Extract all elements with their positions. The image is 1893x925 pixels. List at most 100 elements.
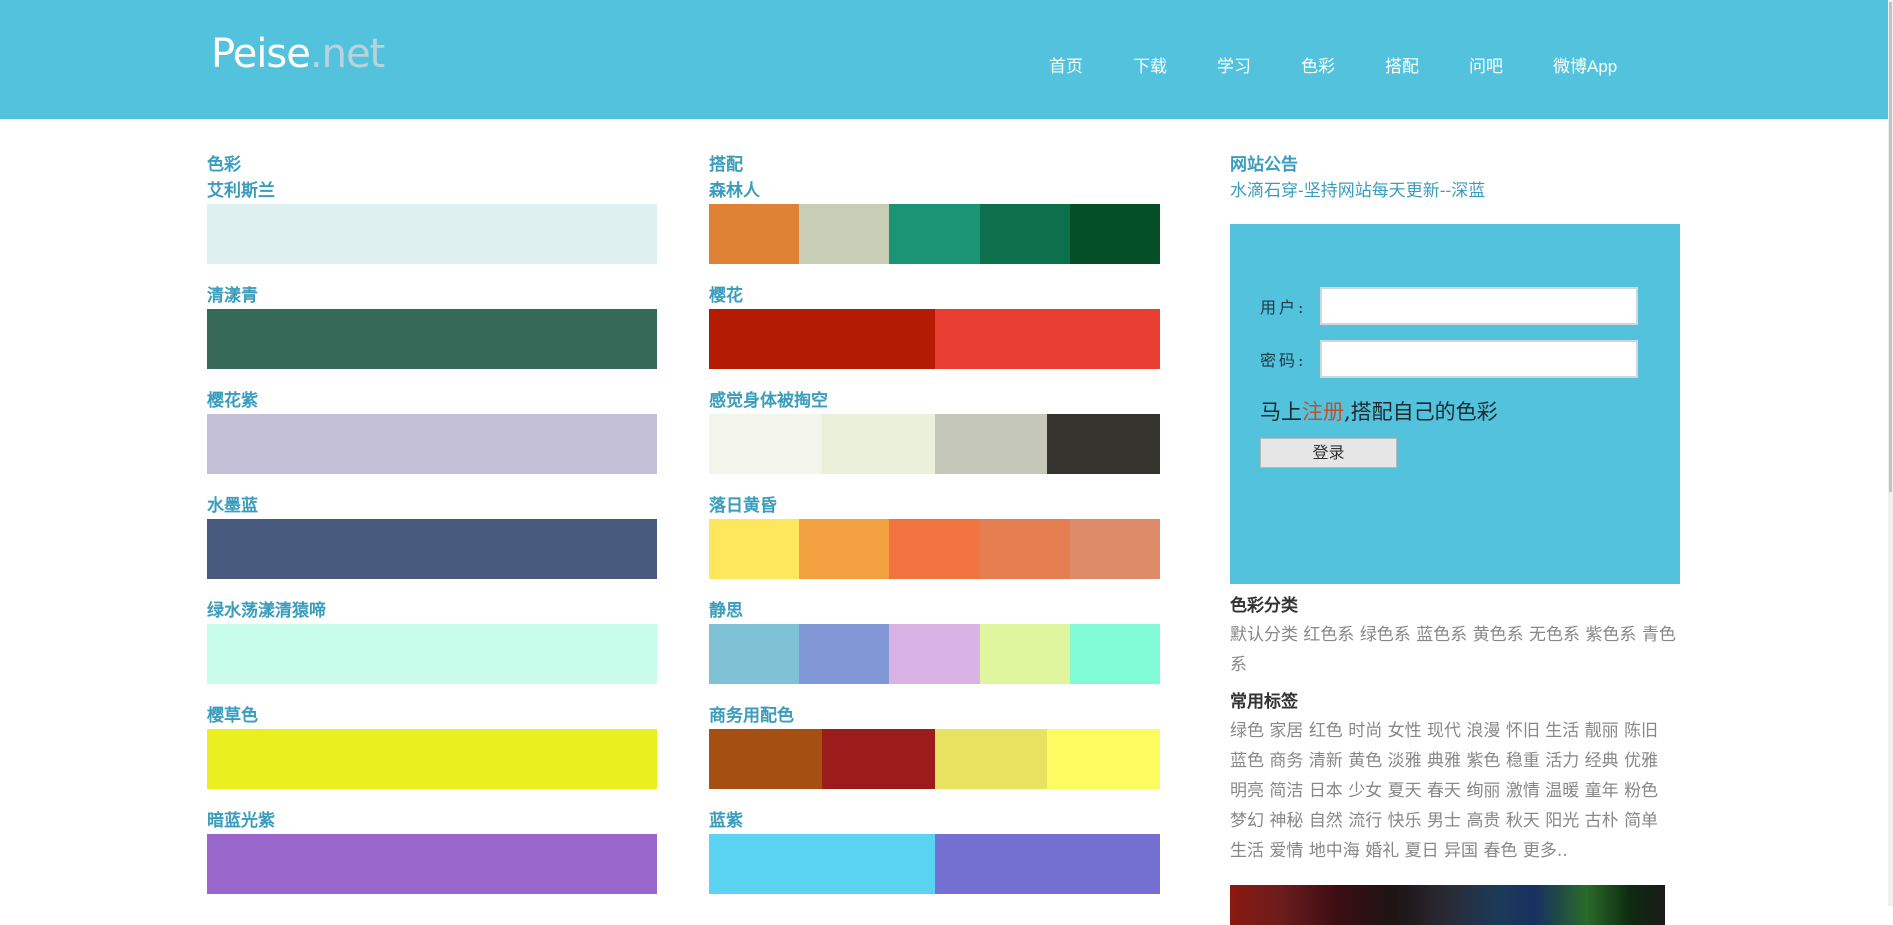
tag-link[interactable]: 稳重 (1506, 751, 1540, 771)
tag-link[interactable]: 异国 (1444, 841, 1478, 861)
tag-link[interactable]: 自然 (1309, 811, 1343, 831)
register-link[interactable]: 注册 (1302, 400, 1344, 424)
color-name[interactable]: 清漾青 (207, 283, 657, 309)
password-input[interactable] (1320, 340, 1638, 378)
tag-link[interactable]: 婚礼 (1365, 841, 1399, 861)
category-link[interactable]: 默认分类 (1230, 625, 1298, 645)
tag-link[interactable]: 紫色 (1466, 751, 1500, 771)
palette-swatches[interactable] (709, 414, 1160, 474)
palette-name[interactable]: 商务用配色 (709, 703, 1160, 729)
category-link[interactable]: 蓝色系 (1416, 625, 1467, 645)
color-swatch[interactable] (207, 414, 657, 474)
tag-link[interactable]: 蓝色 (1230, 751, 1264, 771)
tag-link[interactable]: 生活 (1545, 721, 1579, 741)
tag-link[interactable]: 春色 (1483, 841, 1517, 861)
tag-link[interactable]: 高贵 (1466, 811, 1500, 831)
palette-name[interactable]: 樱花 (709, 283, 1160, 309)
tag-link[interactable]: 商务 (1269, 751, 1303, 771)
nav-item-palettes[interactable]: 搭配 (1385, 56, 1419, 78)
tag-link[interactable]: 童年 (1585, 781, 1619, 801)
username-input[interactable] (1320, 287, 1638, 325)
palette-swatches[interactable] (709, 624, 1161, 684)
tag-link[interactable]: 男士 (1427, 811, 1461, 831)
tag-link[interactable]: 优雅 (1624, 751, 1658, 771)
color-swatch[interactable] (207, 309, 657, 369)
tag-link[interactable]: 粉色 (1624, 781, 1658, 801)
color-swatch[interactable] (207, 624, 657, 684)
tag-link[interactable]: 绿色 (1230, 721, 1264, 741)
tag-link[interactable]: 流行 (1348, 811, 1382, 831)
tag-link[interactable]: 时尚 (1348, 721, 1382, 741)
tag-link[interactable]: 快乐 (1388, 811, 1422, 831)
color-swatch[interactable] (207, 729, 657, 789)
tag-link[interactable]: 秋天 (1506, 811, 1540, 831)
notice-text[interactable]: 水滴石穿-坚持网站每天更新--深蓝 (1230, 178, 1680, 204)
palette-name[interactable]: 感觉身体被掏空 (709, 388, 1160, 414)
tag-link[interactable]: 黄色 (1348, 751, 1382, 771)
tag-link[interactable]: 日本 (1309, 781, 1343, 801)
login-button[interactable]: 登录 (1260, 438, 1397, 468)
palette-swatches[interactable] (709, 204, 1161, 264)
palette-swatches[interactable] (709, 309, 1160, 369)
palette-name[interactable]: 静思 (709, 598, 1160, 624)
category-link[interactable]: 无色系 (1529, 625, 1580, 645)
tag-link[interactable]: 激情 (1506, 781, 1540, 801)
tag-link[interactable]: 简单 (1624, 811, 1658, 831)
nav-item-learn[interactable]: 学习 (1217, 56, 1251, 78)
tag-link[interactable]: 家居 (1269, 721, 1303, 741)
tag-link[interactable]: 温暖 (1545, 781, 1579, 801)
tag-link[interactable]: 夏天 (1388, 781, 1422, 801)
tag-link[interactable]: 地中海 (1309, 841, 1360, 861)
nav-item-colors[interactable]: 色彩 (1301, 56, 1335, 78)
tag-link[interactable]: 经典 (1585, 751, 1619, 771)
tag-link[interactable]: 浪漫 (1466, 721, 1500, 741)
nav-item-download[interactable]: 下载 (1133, 56, 1167, 78)
tag-link[interactable]: 少女 (1348, 781, 1382, 801)
color-swatch[interactable] (207, 519, 657, 579)
category-link[interactable]: 黄色系 (1473, 625, 1524, 645)
tag-link[interactable]: 活力 (1545, 751, 1579, 771)
category-link[interactable]: 绿色系 (1360, 625, 1411, 645)
palette-name[interactable]: 落日黄昏 (709, 493, 1160, 519)
tag-link[interactable]: 生活 (1230, 841, 1264, 861)
tag-link[interactable]: 古朴 (1585, 811, 1619, 831)
palette-swatches[interactable] (709, 519, 1161, 579)
tag-link[interactable]: 夏日 (1405, 841, 1439, 861)
scrollbar-thumb[interactable] (1889, 2, 1892, 492)
tag-link[interactable]: 绚丽 (1466, 781, 1500, 801)
tag-link[interactable]: 典雅 (1427, 751, 1461, 771)
category-link[interactable]: 红色系 (1303, 625, 1354, 645)
nav-item-weibo-app[interactable]: 微博App (1553, 56, 1617, 78)
color-swatch[interactable] (207, 834, 657, 894)
tag-link[interactable]: 阳光 (1545, 811, 1579, 831)
tag-link[interactable]: 陈旧 (1624, 721, 1658, 741)
palette-swatches[interactable] (709, 834, 1160, 894)
nav-item-home[interactable]: 首页 (1049, 56, 1083, 78)
nav-item-ask[interactable]: 问吧 (1469, 56, 1503, 78)
tag-link[interactable]: 更多.. (1523, 841, 1568, 861)
tag-link[interactable]: 靓丽 (1585, 721, 1619, 741)
palette-name[interactable]: 森林人 (709, 178, 1160, 204)
tag-link[interactable]: 简洁 (1269, 781, 1303, 801)
color-name[interactable]: 樱花紫 (207, 388, 657, 414)
tag-link[interactable]: 神秘 (1269, 811, 1303, 831)
color-swatch[interactable] (207, 204, 657, 264)
category-link[interactable]: 紫色系 (1585, 625, 1636, 645)
palette-swatches[interactable] (709, 729, 1160, 789)
tag-link[interactable]: 爱情 (1269, 841, 1303, 861)
color-name[interactable]: 暗蓝光紫 (207, 808, 657, 834)
palette-name[interactable]: 蓝紫 (709, 808, 1160, 834)
tag-link[interactable]: 清新 (1309, 751, 1343, 771)
tag-link[interactable]: 淡雅 (1388, 751, 1422, 771)
tag-link[interactable]: 春天 (1427, 781, 1461, 801)
tag-link[interactable]: 梦幻 (1230, 811, 1264, 831)
color-name[interactable]: 水墨蓝 (207, 493, 657, 519)
color-name[interactable]: 樱草色 (207, 703, 657, 729)
tag-link[interactable]: 明亮 (1230, 781, 1264, 801)
tag-link[interactable]: 现代 (1427, 721, 1461, 741)
tag-link[interactable]: 怀旧 (1506, 721, 1540, 741)
color-name[interactable]: 艾利斯兰 (207, 178, 657, 204)
color-spectrum-banner[interactable] (1230, 885, 1665, 925)
tag-link[interactable]: 红色 (1309, 721, 1343, 741)
color-name[interactable]: 绿水荡漾清猿啼 (207, 598, 657, 624)
